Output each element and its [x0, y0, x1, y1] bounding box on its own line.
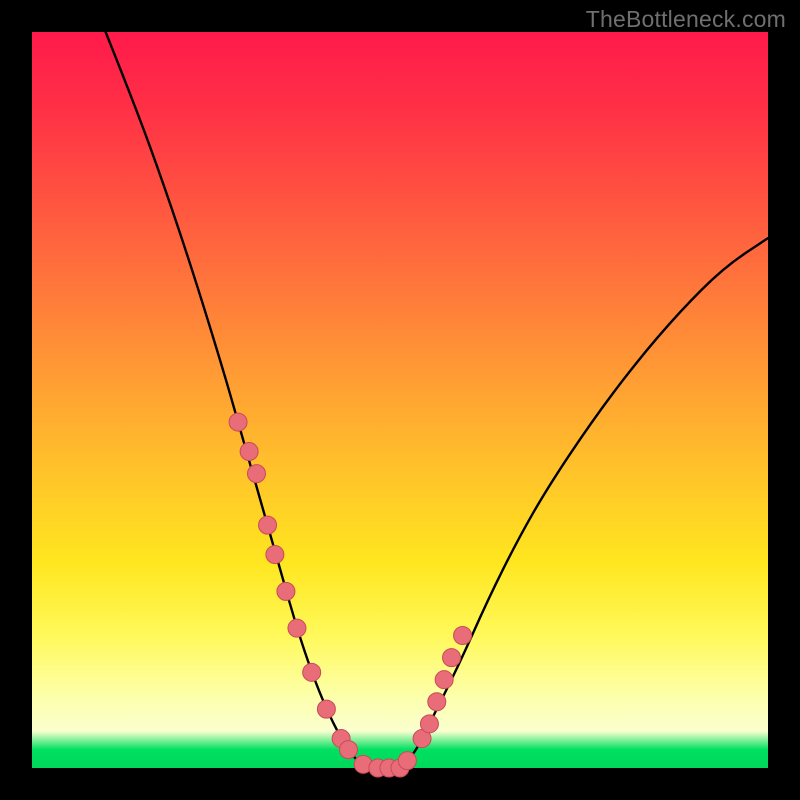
data-point — [317, 700, 335, 718]
data-point — [428, 693, 446, 711]
data-point — [229, 413, 247, 431]
data-point — [303, 663, 321, 681]
data-point — [339, 741, 357, 759]
data-point — [288, 619, 306, 637]
plot-area — [32, 32, 768, 768]
marker-group — [229, 413, 471, 777]
data-point — [435, 671, 453, 689]
data-point — [247, 465, 265, 483]
data-point — [240, 443, 258, 461]
bottleneck-curve — [106, 32, 768, 768]
data-point — [454, 627, 472, 645]
chart-svg — [32, 32, 768, 768]
watermark-label: TheBottleneck.com — [586, 6, 786, 33]
data-point — [420, 715, 438, 733]
chart-frame: TheBottleneck.com — [0, 0, 800, 800]
data-point — [266, 546, 284, 564]
data-point — [259, 516, 277, 534]
data-point — [398, 752, 416, 770]
data-point — [277, 582, 295, 600]
data-point — [443, 649, 461, 667]
